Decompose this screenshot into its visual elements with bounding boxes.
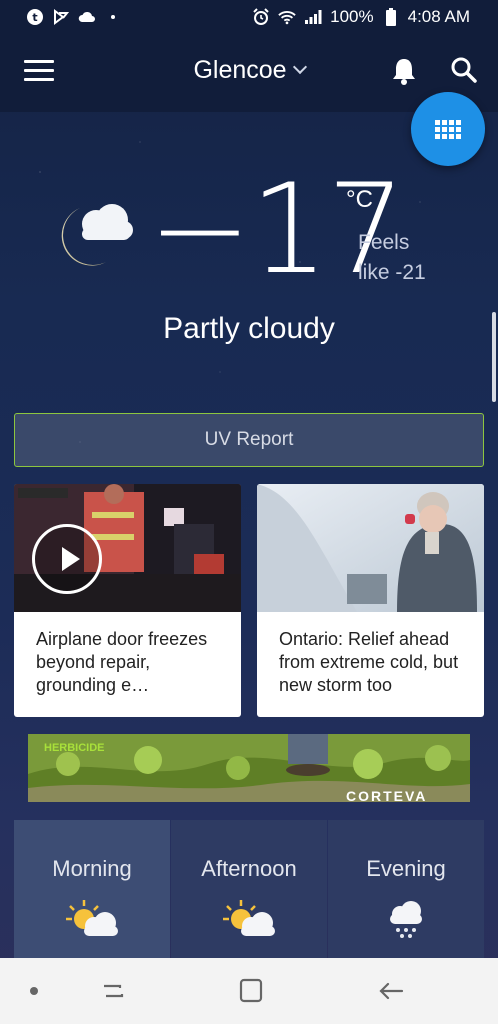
news-thumbnail	[14, 484, 241, 612]
snow-cloud-icon	[390, 901, 422, 938]
home-button[interactable]	[236, 976, 266, 1006]
back-button[interactable]	[376, 976, 406, 1006]
notifications-button[interactable]	[390, 56, 418, 86]
status-bar-notifications: t	[26, 8, 122, 26]
ad-brand-logo: CORTEVA	[346, 788, 428, 802]
location-name: Glencoe	[193, 56, 287, 84]
uv-report-button[interactable]: UV Report	[14, 413, 484, 467]
partly-sunny-icon	[223, 900, 275, 936]
temperature-unit[interactable]: °C	[346, 186, 373, 214]
alarm-icon	[252, 8, 270, 26]
clock: 4:08 AM	[407, 7, 470, 26]
system-nav-bar	[0, 958, 498, 1024]
ad-banner[interactable]: HERBICIDE CORTEVA	[28, 734, 470, 802]
location-selector[interactable]: Glencoe	[0, 56, 498, 85]
status-bar-system: 100% 4:08 AM	[252, 7, 470, 27]
search-button[interactable]	[450, 56, 478, 84]
video-source-badge	[18, 488, 68, 498]
svg-text:t: t	[32, 11, 37, 24]
news-thumbnail	[257, 484, 484, 612]
nav-dot-button[interactable]	[30, 987, 38, 995]
search-icon	[451, 57, 477, 83]
tab-evening[interactable]: Evening	[328, 820, 484, 958]
news-headline: Ontario: Relief ahead from extreme cold,…	[279, 629, 459, 695]
apps-grid-fab[interactable]	[411, 92, 485, 166]
tab-label: Morning	[52, 856, 132, 881]
home-icon	[239, 978, 263, 1003]
recents-icon	[104, 984, 124, 998]
tab-label: Afternoon	[201, 856, 297, 881]
play-icon[interactable]	[32, 524, 102, 594]
grid-icon	[435, 119, 461, 139]
tab-morning[interactable]: Morning	[14, 820, 170, 958]
battery-percent: 100%	[330, 7, 374, 26]
wifi-icon	[278, 8, 296, 26]
cloud-notification-icon	[78, 8, 96, 26]
scroll-indicator[interactable]	[492, 312, 496, 402]
flag-notification-icon	[52, 8, 70, 26]
news-card[interactable]: Ontario: Relief ahead from extreme cold,…	[257, 484, 484, 717]
feels-like: Feels like -21	[358, 231, 426, 284]
back-arrow-icon	[379, 982, 404, 1000]
signal-icon	[304, 8, 322, 26]
bell-icon	[393, 59, 415, 85]
battery-icon	[382, 8, 400, 26]
recents-button[interactable]	[98, 976, 128, 1006]
ad-headline: HERBICIDE	[44, 742, 105, 754]
tab-label: Evening	[366, 856, 446, 881]
condition-text: Partly cloudy	[163, 312, 335, 345]
tab-afternoon[interactable]: Afternoon	[171, 820, 327, 958]
tumblr-notification-icon: t	[26, 8, 44, 26]
chevron-down-icon	[292, 59, 307, 75]
news-card[interactable]: Airplane door freezes beyond repair, gro…	[14, 484, 241, 717]
news-headline: Airplane door freezes beyond repair, gro…	[36, 629, 208, 695]
partly-sunny-icon	[66, 900, 118, 936]
status-bar: t 100% 4:08 AM	[0, 0, 498, 34]
partly-cloudy-night-icon	[44, 196, 134, 272]
more-notifications-dot-icon	[104, 8, 122, 26]
